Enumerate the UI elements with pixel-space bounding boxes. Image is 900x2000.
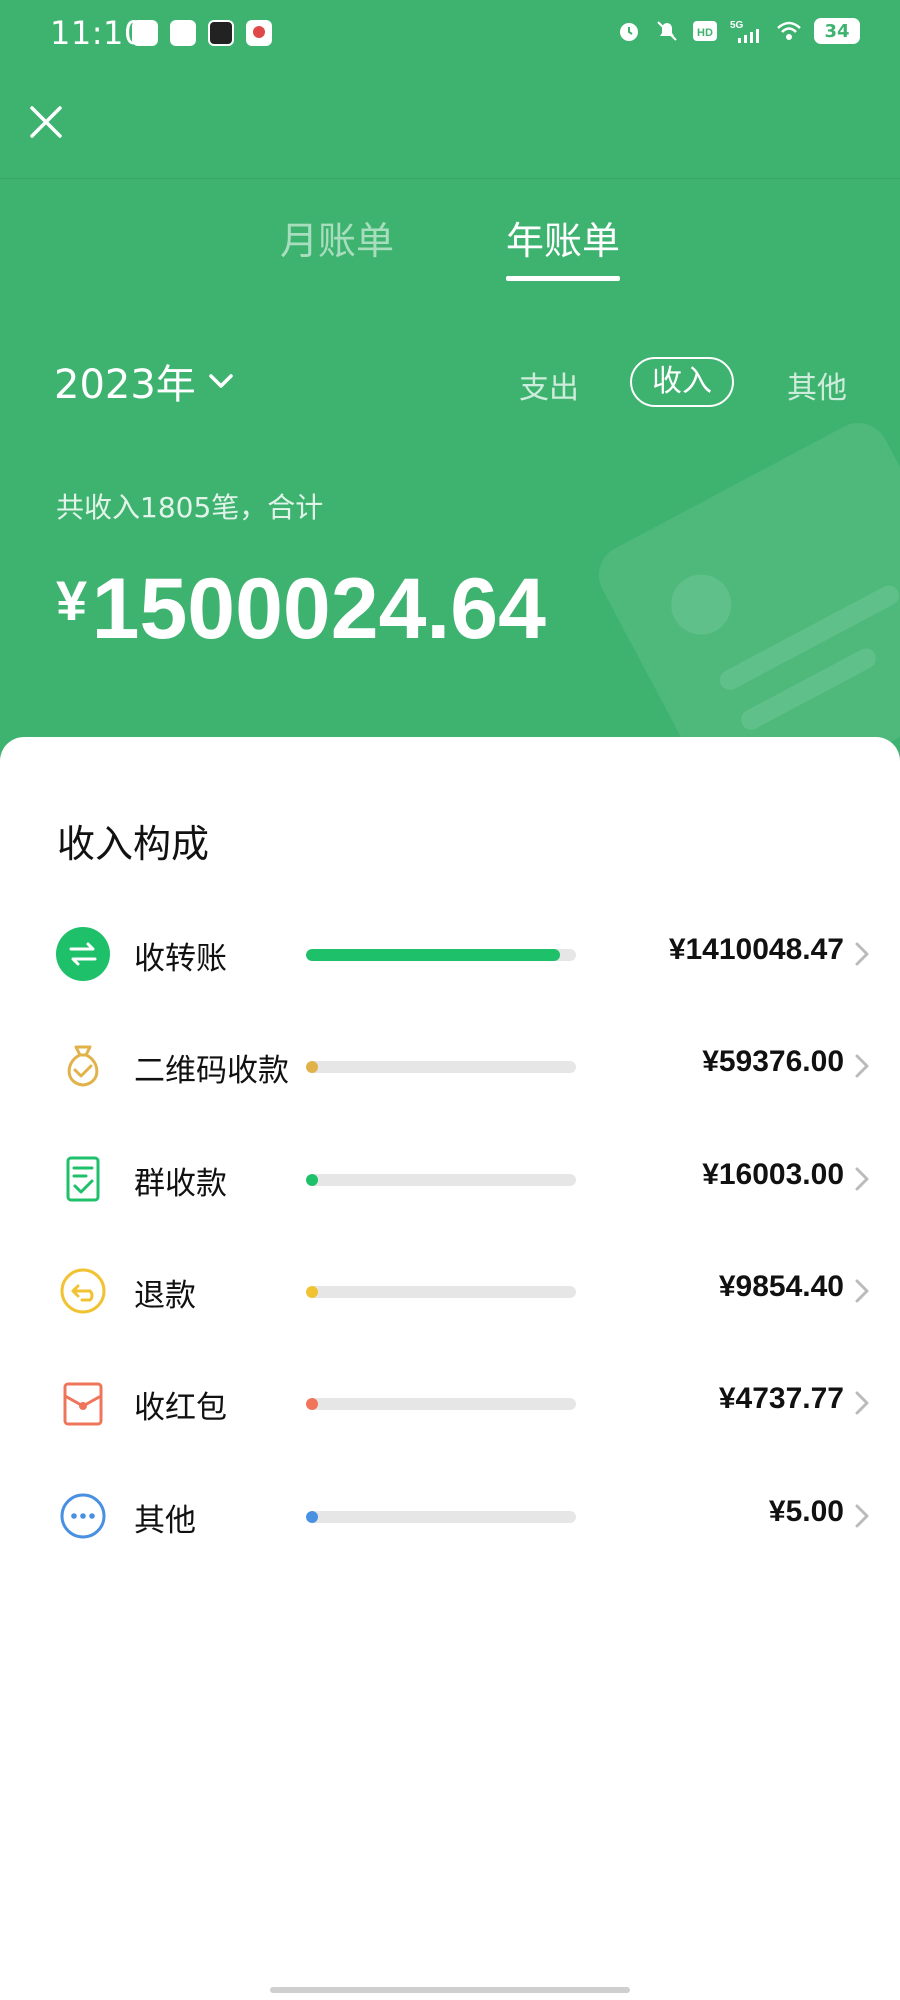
type-filter: 支出 收入 其他: [0, 357, 900, 407]
row-label: 其他: [134, 1503, 196, 1539]
tab-yearly-bill[interactable]: 年账单: [506, 210, 620, 265]
chevron-right-icon: [855, 1054, 869, 1078]
breakdown-row-other[interactable]: 其他 ¥5.00: [0, 1467, 900, 1557]
total-amount: 1500024.64: [91, 561, 546, 657]
filter-income[interactable]: 收入: [630, 357, 734, 407]
row-amount: ¥59376.00: [702, 1045, 844, 1078]
filter-other[interactable]: 其他: [787, 363, 847, 407]
status-icons: HD 5G 34: [616, 18, 860, 44]
row-label: 二维码收款: [134, 1053, 289, 1089]
share-bar-fill: [306, 949, 560, 961]
share-bar: [306, 1061, 576, 1073]
notification-app-icon: [170, 20, 196, 46]
share-bar: [306, 1286, 576, 1298]
row-label: 群收款: [134, 1166, 227, 1202]
chevron-right-icon: [855, 1167, 869, 1191]
battery-icon: 34: [814, 18, 860, 44]
red-packet-icon: [63, 1382, 103, 1426]
panel-title: 收入构成: [57, 822, 210, 866]
breakdown-row-transfer[interactable]: 收转账 ¥1410048.47: [0, 905, 900, 995]
nav-bar: [0, 70, 900, 179]
share-bar-fill: [306, 1511, 318, 1523]
status-bar: 11:10 HD 5G 34: [0, 0, 900, 70]
cellular-signal-icon: 5G: [730, 20, 759, 43]
transfer-icon: [56, 927, 110, 981]
money-bag-icon: [67, 1045, 99, 1087]
share-bar-fill: [306, 1398, 318, 1410]
close-icon[interactable]: [24, 100, 68, 144]
filter-expense[interactable]: 支出: [519, 363, 579, 407]
bill-period-tabs: 月账单 年账单: [0, 210, 900, 290]
header: 11:10 HD 5G 34 月账单 年账单 2023年 支出 收入 其他 共收…: [0, 0, 900, 800]
refund-icon: [60, 1268, 106, 1314]
chevron-right-icon: [855, 942, 869, 966]
mute-bell-icon: [657, 21, 677, 41]
tab-monthly-bill[interactable]: 月账单: [280, 210, 394, 265]
alarm-icon: [620, 23, 638, 41]
row-amount: ¥9854.40: [718, 1270, 844, 1303]
svg-text:5G: 5G: [730, 20, 744, 31]
row-amount: ¥5.00: [768, 1495, 844, 1528]
wifi-icon: [777, 21, 801, 40]
breakdown-row-group-collection[interactable]: 群收款 ¥16003.00: [0, 1130, 900, 1220]
chevron-right-icon: [855, 1391, 869, 1415]
more-icon: [60, 1493, 106, 1539]
row-label: 收红包: [134, 1390, 227, 1426]
notification-app-icon: [132, 20, 158, 46]
breakdown-row-red-packet[interactable]: 收红包 ¥4737.77: [0, 1354, 900, 1444]
receipt-check-icon: [66, 1156, 100, 1202]
chevron-right-icon: [855, 1279, 869, 1303]
home-indicator[interactable]: [270, 1987, 630, 1993]
share-bar-fill: [306, 1061, 318, 1073]
breakdown-row-qrcode[interactable]: 二维码收款 ¥59376.00: [0, 1017, 900, 1107]
notification-app-icon: [208, 20, 234, 46]
share-bar: [306, 1398, 576, 1410]
share-bar: [306, 1511, 576, 1523]
status-time: 11:10: [50, 14, 145, 52]
svg-text:HD: HD: [697, 27, 713, 39]
currency-symbol: ¥: [56, 569, 88, 632]
active-tab-indicator: [506, 276, 620, 281]
row-amount: ¥4737.77: [718, 1382, 844, 1415]
row-amount: ¥16003.00: [702, 1158, 844, 1191]
hd-icon: HD: [693, 21, 717, 41]
chevron-right-icon: [855, 1504, 869, 1528]
row-amount: ¥1410048.47: [668, 933, 844, 966]
summary-label: 共收入1805笔，合计: [56, 491, 324, 524]
share-bar-fill: [306, 1174, 318, 1186]
share-bar: [306, 1174, 576, 1186]
share-bar: [306, 949, 576, 961]
breakdown-row-refund[interactable]: 退款 ¥9854.40: [0, 1242, 900, 1332]
notification-app-icon: [246, 20, 272, 46]
row-label: 收转账: [134, 941, 227, 977]
income-breakdown-panel: 收入构成 收转账 ¥1410048.47 二维码收款 ¥59376.00 群收款…: [0, 737, 900, 2000]
share-bar-fill: [306, 1286, 318, 1298]
row-label: 退款: [134, 1278, 196, 1314]
summary-total: ¥ 1500024.64: [56, 560, 546, 659]
